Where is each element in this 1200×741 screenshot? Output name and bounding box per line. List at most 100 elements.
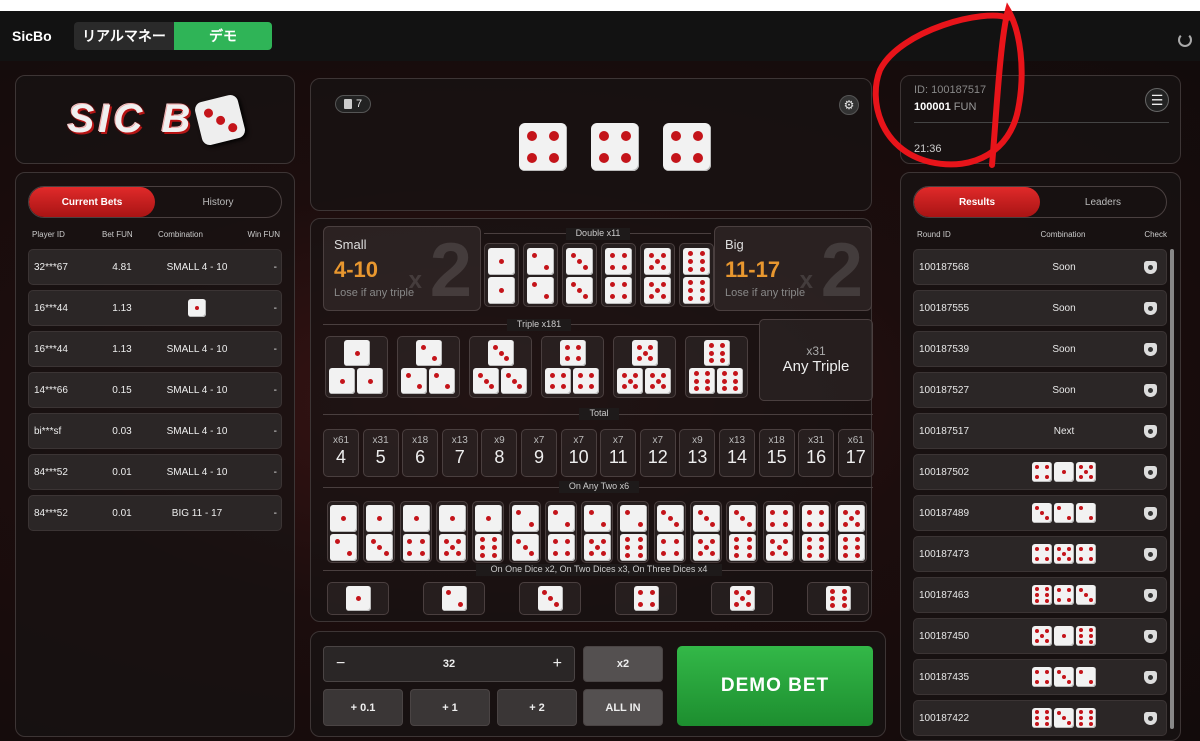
tab-leaders[interactable]: Leaders: [1040, 187, 1166, 217]
verify-shield-icon[interactable]: [1144, 465, 1157, 479]
any-two-1-6-bet[interactable]: [472, 501, 505, 563]
bet-amount-stepper[interactable]: − 32 +: [323, 646, 575, 682]
any-two-4-6-bet[interactable]: [798, 501, 831, 563]
die-face-4-icon: [573, 368, 599, 394]
triple-6-bet[interactable]: [685, 336, 748, 398]
any-triple-bet[interactable]: x31 Any Triple: [759, 319, 873, 401]
bet-amount: 0.01: [112, 507, 132, 519]
triple-3-bet[interactable]: [469, 336, 532, 398]
verify-shield-icon[interactable]: [1144, 342, 1157, 356]
total-15-bet[interactable]: x18 15: [758, 429, 795, 477]
any-two-2-5-bet[interactable]: [581, 501, 614, 563]
verify-shield-icon[interactable]: [1144, 711, 1157, 725]
total-12-bet[interactable]: x7 12: [639, 429, 676, 477]
settings-gear-icon[interactable]: ⚙: [839, 95, 859, 115]
any-two-1-5-bet[interactable]: [435, 501, 468, 563]
total-5-bet[interactable]: x31 5: [362, 429, 399, 477]
verify-shield-icon[interactable]: [1144, 670, 1157, 684]
verify-shield-icon[interactable]: [1144, 506, 1157, 520]
round-combination: Soon: [1052, 302, 1076, 314]
verify-shield-icon[interactable]: [1144, 547, 1157, 561]
total-7-bet[interactable]: x13 7: [441, 429, 478, 477]
real-money-toggle[interactable]: リアルマネー: [74, 22, 174, 50]
triple-1-bet[interactable]: [325, 336, 388, 398]
triple-2-bet[interactable]: [397, 336, 460, 398]
bet-win: -: [273, 466, 277, 478]
round-id: 100187422: [919, 712, 970, 724]
any-two-1-4-bet[interactable]: [399, 501, 432, 563]
total-16-bet[interactable]: x31 16: [798, 429, 835, 477]
total-13-bet[interactable]: x9 13: [679, 429, 716, 477]
double-6-bet[interactable]: [679, 243, 714, 307]
double-1-bet[interactable]: [484, 243, 519, 307]
verify-shield-icon[interactable]: [1144, 424, 1157, 438]
single-5-bet[interactable]: [711, 582, 773, 615]
verify-shield-icon[interactable]: [1144, 301, 1157, 315]
small-bet-area[interactable]: Small 4-10 Lose if any triple x 2: [323, 226, 481, 311]
demo-bet-button[interactable]: DEMO BET: [677, 646, 873, 726]
bet-combination: [147, 299, 247, 317]
result-die-icon: [1054, 544, 1074, 564]
col-combination: Combination: [158, 230, 203, 239]
any-triple-mult: x31: [806, 344, 826, 358]
triple-4-bet[interactable]: [541, 336, 604, 398]
bet-player-id: 32***67: [34, 261, 68, 273]
scrollbar[interactable]: [1170, 249, 1174, 729]
demo-toggle[interactable]: デモ: [174, 22, 272, 50]
big-title: Big: [725, 237, 744, 252]
double-bet-button[interactable]: x2: [583, 646, 663, 682]
die-face-6-icon: [683, 248, 710, 275]
total-14-bet[interactable]: x13 14: [719, 429, 755, 477]
single-2-bet[interactable]: [423, 582, 485, 615]
total-11-bet[interactable]: x7 11: [600, 429, 637, 477]
any-two-3-6-bet[interactable]: [726, 501, 759, 563]
die-face-3-icon: [366, 534, 394, 561]
total-6-bet[interactable]: x18 6: [402, 429, 439, 477]
double-3-bet[interactable]: [562, 243, 597, 307]
any-two-4-5-bet[interactable]: [762, 501, 795, 563]
decrease-button[interactable]: −: [336, 655, 345, 673]
menu-icon[interactable]: ☰: [1145, 88, 1169, 112]
any-two-3-4-bet[interactable]: [653, 501, 686, 563]
any-two-5-6-bet[interactable]: [835, 501, 868, 563]
total-8-bet[interactable]: x9 8: [481, 429, 518, 477]
add-0-1-button[interactable]: + 0.1: [323, 689, 403, 726]
triple-5-bet[interactable]: [613, 336, 676, 398]
die-face-2-icon: [547, 505, 575, 532]
single-1-bet[interactable]: [327, 582, 389, 615]
any-two-2-4-bet[interactable]: [544, 501, 577, 563]
any-two-1-2-bet[interactable]: [327, 501, 359, 563]
refresh-icon[interactable]: [1178, 33, 1192, 47]
big-bet-area[interactable]: Big 11-17 Lose if any triple x 2: [714, 226, 872, 311]
history-count-badge[interactable]: 7: [335, 95, 372, 113]
any-two-1-3-bet[interactable]: [363, 501, 396, 563]
double-2-bet[interactable]: [523, 243, 558, 307]
verify-shield-icon[interactable]: [1144, 588, 1157, 602]
verify-shield-icon[interactable]: [1144, 260, 1157, 274]
total-4-bet[interactable]: x61 4: [323, 429, 359, 477]
total-9-bet[interactable]: x7 9: [521, 429, 557, 477]
any-two-3-5-bet[interactable]: [690, 501, 722, 563]
single-3-bet[interactable]: [519, 582, 581, 615]
verify-shield-icon[interactable]: [1144, 383, 1157, 397]
top-bar: SicBo リアルマネー デモ: [0, 11, 1200, 61]
history-count: 7: [356, 98, 363, 110]
add-1-button[interactable]: + 1: [410, 689, 490, 726]
total-17-bet[interactable]: x61 17: [837, 429, 874, 477]
tab-current-bets[interactable]: Current Bets: [29, 187, 155, 217]
double-4-bet[interactable]: [601, 243, 636, 307]
add-2-button[interactable]: + 2: [497, 689, 577, 726]
die-face-4-icon: [765, 505, 793, 532]
all-in-button[interactable]: ALL IN: [583, 689, 663, 726]
any-two-2-3-bet[interactable]: [508, 501, 541, 563]
total-10-bet[interactable]: x7 10: [560, 429, 597, 477]
tab-results[interactable]: Results: [914, 187, 1040, 217]
any-two-2-6-bet[interactable]: [617, 501, 650, 563]
bet-amount-value[interactable]: 32: [443, 658, 455, 670]
verify-shield-icon[interactable]: [1144, 629, 1157, 643]
double-5-bet[interactable]: [640, 243, 675, 307]
single-6-bet[interactable]: [807, 582, 869, 615]
increase-button[interactable]: +: [553, 655, 562, 673]
single-4-bet[interactable]: [615, 582, 677, 615]
tab-history[interactable]: History: [155, 187, 281, 217]
